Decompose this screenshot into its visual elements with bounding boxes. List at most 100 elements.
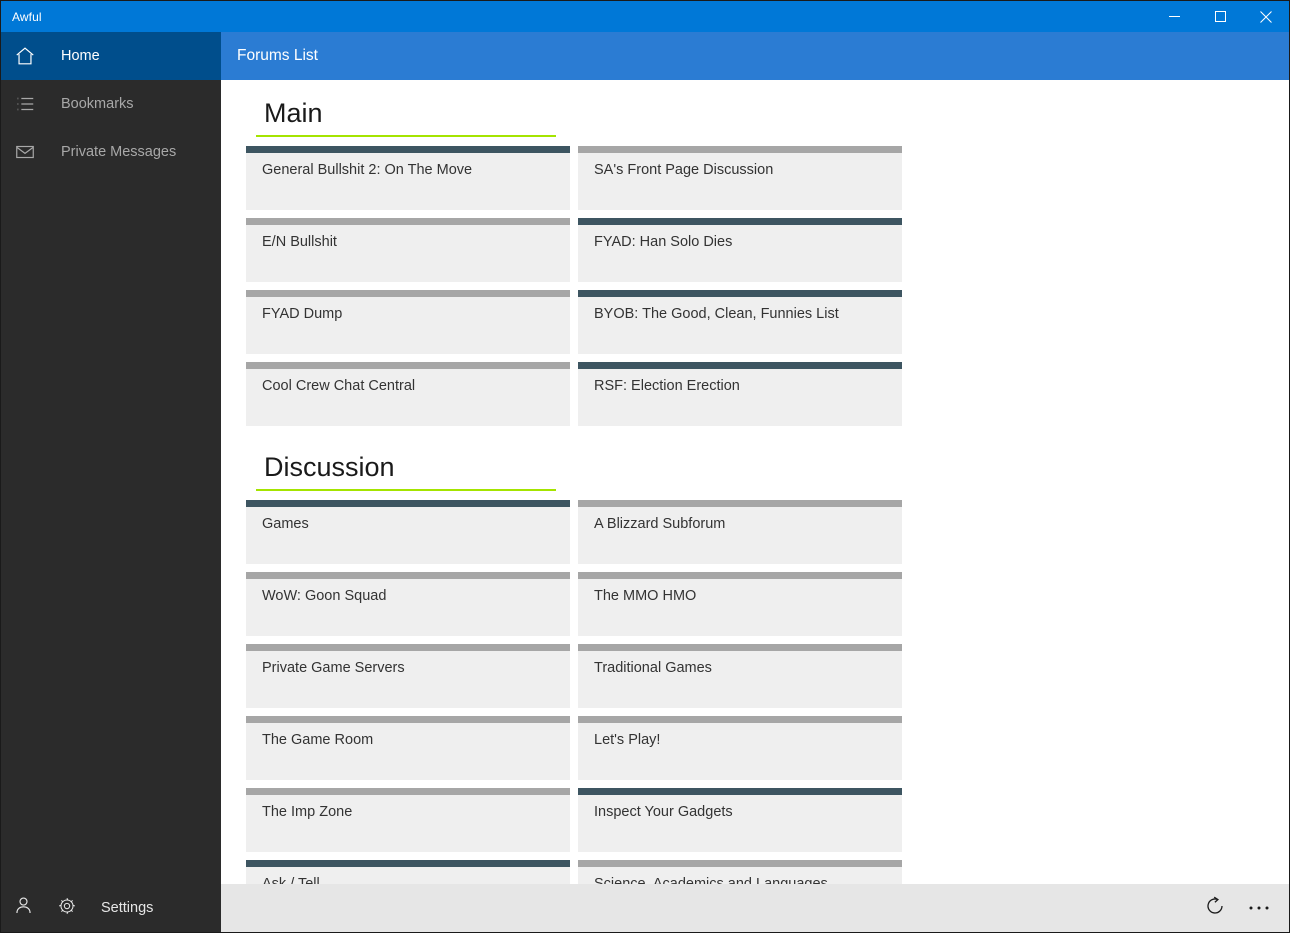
forum-card-label: SA's Front Page Discussion	[594, 162, 774, 178]
close-icon	[1260, 10, 1272, 23]
forum-card[interactable]: FYAD: Han Solo Dies	[578, 218, 902, 282]
forum-card-label: General Bullshit 2: On The Move	[262, 162, 473, 178]
forum-card-label: BYOB: The Good, Clean, Funnies List	[594, 306, 839, 322]
forum-card-accent-bar	[246, 290, 570, 297]
forum-card-accent-bar	[246, 146, 570, 153]
home-icon	[1, 45, 49, 67]
forum-card[interactable]: Cool Crew Chat Central	[246, 362, 570, 426]
forum-card[interactable]: RSF: Election Erection	[578, 362, 902, 426]
forum-card-accent-bar	[246, 572, 570, 579]
forum-card-label: FYAD: Han Solo Dies	[594, 234, 733, 250]
page-title: Forums List	[237, 47, 318, 64]
forum-card-label: A Blizzard Subforum	[594, 516, 726, 532]
section-title: Discussion	[264, 452, 395, 482]
maximize-button[interactable]	[1197, 1, 1243, 32]
forum-card-accent-bar	[246, 860, 570, 867]
forum-card-accent-bar	[246, 218, 570, 225]
sidebar-item-private-messages[interactable]: Private Messages	[1, 128, 221, 176]
forum-card[interactable]: BYOB: The Good, Clean, Funnies List	[578, 290, 902, 354]
forum-card-label: Games	[262, 516, 309, 532]
forum-card-label: Ask / Tell	[262, 876, 320, 884]
bottom-bar-account-area: Settings	[1, 884, 221, 932]
forum-card[interactable]: SA's Front Page Discussion	[578, 146, 902, 210]
page-header: Forums List	[221, 32, 1289, 80]
forum-card[interactable]: Let's Play!	[578, 716, 902, 780]
account-button[interactable]	[1, 888, 45, 928]
envelope-icon	[1, 141, 49, 163]
more-options-button[interactable]	[1237, 888, 1281, 928]
forum-card-accent-bar	[578, 500, 902, 507]
forum-card-label: Inspect Your Gadgets	[594, 804, 733, 820]
section-underline	[256, 135, 556, 137]
forum-card[interactable]: Science, Academics and Languages	[578, 860, 902, 884]
bottom-bar-actions	[221, 884, 1289, 932]
person-icon	[13, 895, 34, 921]
refresh-button[interactable]	[1193, 888, 1237, 928]
forum-card-label: WoW: Goon Squad	[262, 588, 387, 604]
forum-card-accent-bar	[578, 788, 902, 795]
forum-card[interactable]: Private Game Servers	[246, 644, 570, 708]
refresh-icon	[1203, 894, 1227, 923]
forum-card[interactable]: Traditional Games	[578, 644, 902, 708]
main-pane: Forums List Main General Bullshit 2: On T…	[221, 32, 1289, 884]
forum-card-accent-bar	[246, 500, 570, 507]
forum-card-label: The Imp Zone	[262, 804, 353, 820]
forum-card-accent-bar	[578, 218, 902, 225]
forum-card[interactable]: A Blizzard Subforum	[578, 500, 902, 564]
forum-card[interactable]: General Bullshit 2: On The Move	[246, 146, 570, 210]
forum-card-accent-bar	[578, 290, 902, 297]
forum-card[interactable]: E/N Bullshit	[246, 218, 570, 282]
forum-card-accent-bar	[578, 644, 902, 651]
forum-card-label: Cool Crew Chat Central	[262, 378, 416, 394]
forum-card-label: Traditional Games	[594, 660, 712, 676]
forum-card[interactable]: FYAD Dump	[246, 290, 570, 354]
forum-card[interactable]: The Imp Zone	[246, 788, 570, 852]
forum-card[interactable]: Inspect Your Gadgets	[578, 788, 902, 852]
forum-card-accent-bar	[578, 716, 902, 723]
sidebar-item-bookmarks[interactable]: Bookmarks	[1, 80, 221, 128]
minimize-icon	[1168, 11, 1180, 22]
list-icon	[1, 93, 49, 115]
forum-card[interactable]: WoW: Goon Squad	[246, 572, 570, 636]
settings-label[interactable]: Settings	[89, 900, 153, 916]
sidebar-item-home-label: Home	[61, 48, 100, 64]
forum-card[interactable]: The MMO HMO	[578, 572, 902, 636]
section-title: Main	[264, 98, 323, 128]
gear-icon	[57, 896, 77, 921]
forum-card-label: The Game Room	[262, 732, 374, 748]
forum-card[interactable]: Ask / Tell	[246, 860, 570, 884]
forum-card-accent-bar	[578, 146, 902, 153]
forum-card[interactable]: The Game Room	[246, 716, 570, 780]
forum-section: Main General Bullshit 2: On The Move SA's …	[246, 80, 1289, 434]
forum-card-grid: Games A Blizzard Subforum WoW: Goon Squad T…	[246, 500, 1226, 884]
bottom-bar: Settings	[1, 884, 1289, 932]
nav-item-list: Home Bookmarks Private Messages	[1, 32, 221, 884]
sidebar-item-home[interactable]: Home	[1, 32, 221, 80]
app-window: Awful Home Bookmarks Private Messages Fo…	[0, 0, 1290, 933]
forums-scroll-area[interactable]: Main General Bullshit 2: On The Move SA's …	[221, 80, 1289, 884]
forum-card-accent-bar	[246, 362, 570, 369]
title-bar: Awful	[1, 1, 1289, 32]
forum-card-label: Let's Play!	[594, 732, 661, 748]
forum-card-accent-bar	[246, 644, 570, 651]
settings-gear-button[interactable]	[45, 888, 89, 928]
sidebar-item-private-messages-label: Private Messages	[61, 144, 177, 160]
maximize-icon	[1214, 11, 1226, 22]
close-button[interactable]	[1243, 1, 1289, 32]
sidebar-item-bookmarks-label: Bookmarks	[61, 96, 134, 112]
forum-card-label: FYAD Dump	[262, 306, 343, 322]
forum-card-label: Private Game Servers	[262, 660, 405, 676]
forum-card-label: Science, Academics and Languages	[594, 876, 828, 884]
forum-card-accent-bar	[246, 788, 570, 795]
navigation-sidebar: Home Bookmarks Private Messages	[1, 32, 221, 884]
forum-card[interactable]: Games	[246, 500, 570, 564]
forum-card-accent-bar	[578, 572, 902, 579]
sections-container: Main General Bullshit 2: On The Move SA's …	[246, 80, 1289, 884]
forum-card-label: E/N Bullshit	[262, 234, 337, 250]
ellipsis-icon	[1247, 899, 1271, 917]
section-underline	[256, 489, 556, 491]
forum-card-accent-bar	[578, 860, 902, 867]
minimize-button[interactable]	[1151, 1, 1197, 32]
window-title: Awful	[12, 9, 42, 24]
window-body: Home Bookmarks Private Messages Forums L…	[1, 32, 1289, 884]
